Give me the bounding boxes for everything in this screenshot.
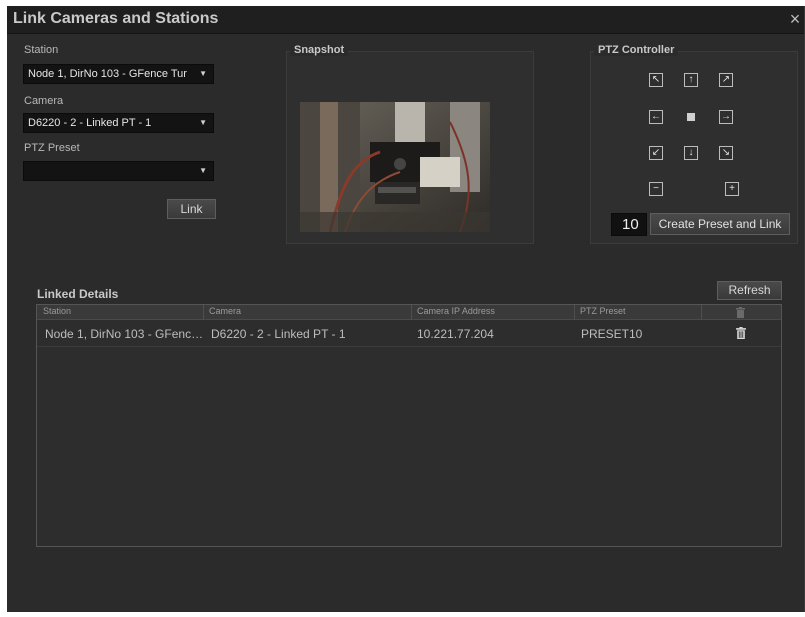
cell-camera: D6220 - 2 - Linked PT - 1	[211, 327, 346, 341]
link-cameras-dialog: Link Cameras and Stations × Station Node…	[7, 6, 805, 612]
preset-number-input[interactable]: 10	[611, 213, 647, 236]
create-preset-and-link-button[interactable]: Create Preset and Link	[650, 213, 790, 235]
station-select-value: Node 1, DirNo 103 - GFence Tur	[28, 68, 187, 80]
linked-details-table: Station Camera Camera IP Address PTZ Pre…	[36, 304, 782, 547]
column-header-station[interactable]: Station	[43, 306, 71, 316]
cell-ip: 10.221.77.204	[417, 327, 494, 341]
tilt-down-icon[interactable]: ↓	[684, 146, 698, 160]
refresh-button[interactable]: Refresh	[717, 281, 782, 300]
trash-icon	[736, 307, 745, 318]
camera-snapshot-image	[300, 102, 490, 232]
ptz-controller-title: PTZ Controller	[594, 44, 679, 56]
cell-ptz-preset: PRESET10	[581, 327, 643, 341]
caret-down-icon: ▼	[199, 69, 207, 78]
snapshot-picture	[300, 102, 490, 232]
station-label: Station	[24, 44, 59, 56]
titlebar: Link Cameras and Stations ×	[7, 6, 804, 34]
pan-right-icon[interactable]: →	[719, 110, 733, 124]
ptz-preset-select[interactable]: ▼	[23, 161, 214, 181]
dialog-title: Link Cameras and Stations	[13, 10, 219, 27]
ptz-preset-label: PTZ Preset	[24, 142, 80, 154]
link-button[interactable]: Link	[167, 199, 216, 219]
column-separator	[411, 305, 412, 319]
snapshot-group	[286, 51, 534, 244]
station-select[interactable]: Node 1, DirNo 103 - GFence Tur ▼	[23, 64, 214, 84]
pan-down-left-icon[interactable]: ↙	[649, 146, 663, 160]
camera-select-value: D6220 - 2 - Linked PT - 1	[28, 117, 152, 129]
pan-up-right-icon[interactable]: ↗	[719, 73, 733, 87]
pan-down-right-icon[interactable]: ↘	[719, 146, 733, 160]
table-header: Station Camera Camera IP Address PTZ Pre…	[37, 305, 781, 320]
pan-up-left-icon[interactable]: ↖	[649, 73, 663, 87]
camera-label: Camera	[24, 95, 64, 107]
camera-select[interactable]: D6220 - 2 - Linked PT - 1 ▼	[23, 113, 214, 133]
column-separator	[203, 305, 204, 319]
cell-station: Node 1, DirNo 103 - GFenc…	[45, 327, 204, 341]
close-icon[interactable]: ×	[786, 8, 804, 30]
table-row[interactable]: Node 1, DirNo 103 - GFenc… D6220 - 2 - L…	[37, 320, 781, 347]
pan-left-icon[interactable]: ←	[649, 110, 663, 124]
column-header-ptz-preset[interactable]: PTZ Preset	[580, 306, 626, 316]
stop-icon[interactable]	[687, 113, 695, 121]
linked-details-title: Linked Details	[37, 287, 119, 301]
zoom-out-icon[interactable]: −	[649, 182, 663, 196]
column-separator	[701, 305, 702, 319]
column-separator	[574, 305, 575, 319]
column-header-camera[interactable]: Camera	[209, 306, 241, 316]
caret-down-icon: ▼	[199, 166, 207, 175]
snapshot-title: Snapshot	[290, 44, 349, 56]
zoom-in-icon[interactable]: +	[725, 182, 739, 196]
tilt-up-icon[interactable]: ↑	[684, 73, 698, 87]
caret-down-icon: ▼	[199, 118, 207, 127]
column-header-ip[interactable]: Camera IP Address	[417, 306, 495, 316]
trash-icon[interactable]	[736, 327, 746, 339]
